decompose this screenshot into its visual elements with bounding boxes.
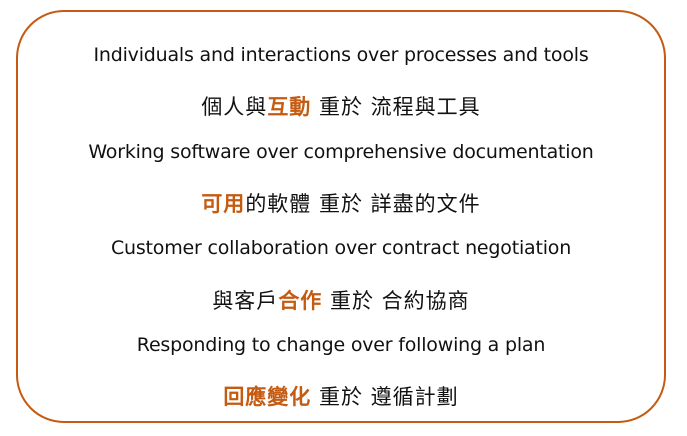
value-4-english: Responding to change over following a pl… — [136, 334, 546, 356]
value-4-chinese-emphasis: 回應變化 — [223, 385, 312, 409]
value-4-chinese-after: 重於 遵循計劃 — [311, 385, 459, 409]
value-2-chinese-emphasis: 可用 — [201, 192, 246, 216]
value-1-chinese: 個人與互動 重於 流程與工具 — [16, 91, 666, 121]
value-1-chinese-before: 個人與 — [201, 95, 268, 119]
value-3-chinese: 與客戶合作 重於 合約協商 — [16, 285, 666, 315]
value-3-chinese-before: 與客戶 — [212, 289, 279, 313]
value-2-chinese: 可用的軟體 重於 詳盡的文件 — [16, 188, 666, 218]
value-2-chinese-after: 的軟體 重於 詳盡的文件 — [245, 192, 481, 216]
value-3-english: Customer collaboration over contract neg… — [110, 237, 572, 259]
value-1-chinese-after: 重於 流程與工具 — [311, 95, 481, 119]
value-3-chinese-emphasis: 合作 — [278, 289, 323, 313]
value-3-chinese-after: 重於 合約協商 — [322, 289, 470, 313]
value-2-english: Working software over comprehensive docu… — [88, 141, 594, 163]
value-1-english: Individuals and interactions over proces… — [93, 44, 589, 66]
value-4-chinese: 回應變化 重於 遵循計劃 — [16, 381, 666, 411]
value-1-chinese-emphasis: 互動 — [267, 95, 312, 119]
